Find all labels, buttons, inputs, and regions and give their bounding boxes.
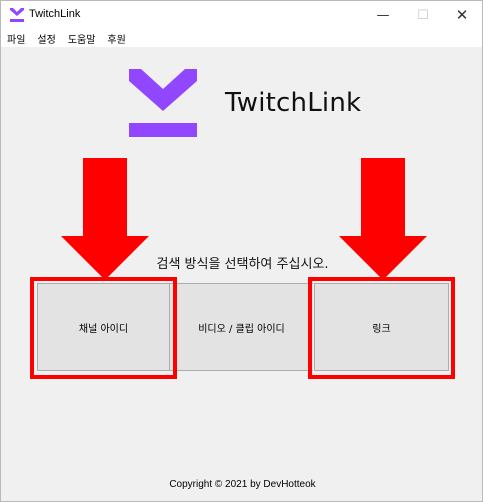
link-button[interactable]: 링크	[314, 283, 449, 371]
channel-id-button[interactable]: 채널 아이디	[37, 283, 170, 371]
twitchlink-logo-icon	[129, 69, 197, 137]
app-window: TwitchLink — ☐ ✕ 파일 설정 도움말 후원 TwitchLink…	[0, 0, 483, 502]
copyright-footer: Copyright © 2021 by DevHotteok	[169, 479, 316, 490]
window-title: TwitchLink	[29, 8, 81, 20]
video-clip-id-button[interactable]: 비디오 / 클립 아이디	[170, 283, 313, 371]
title-bar[interactable]: TwitchLink — ☐ ✕	[1, 1, 482, 29]
menu-bar: 파일 설정 도움말 후원	[1, 29, 482, 47]
minimize-button[interactable]: —	[363, 1, 403, 29]
menu-help[interactable]: 도움말	[68, 31, 96, 46]
menu-donate[interactable]: 후원	[107, 31, 125, 46]
twitchlink-app-icon	[10, 8, 24, 22]
search-mode-prompt: 검색 방식을 선택하여 주십시오.	[156, 257, 329, 272]
logo-text: TwitchLink	[225, 88, 362, 118]
menu-settings[interactable]: 설정	[37, 31, 55, 46]
close-button[interactable]: ✕	[442, 1, 482, 29]
maximize-button[interactable]: ☐	[403, 1, 443, 29]
menu-file[interactable]: 파일	[7, 31, 25, 46]
